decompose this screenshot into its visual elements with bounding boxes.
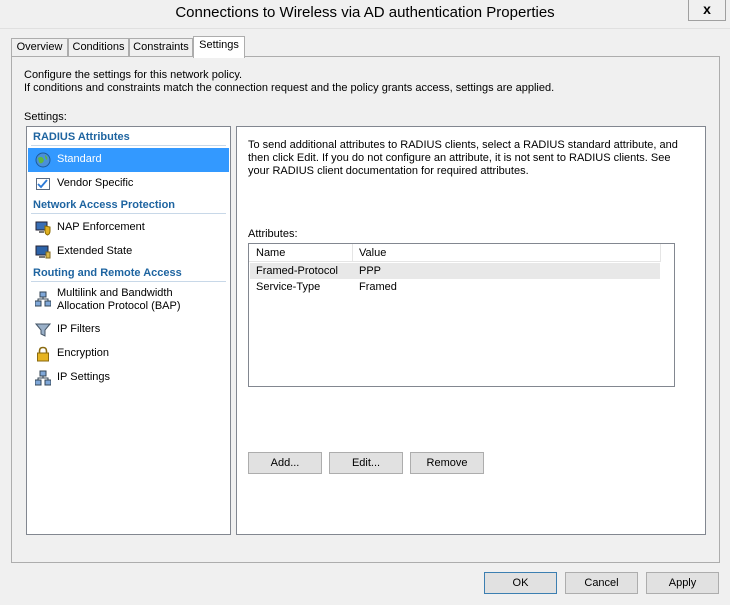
group-header-radius-attributes: RADIUS Attributes: [33, 131, 130, 143]
column-header-name[interactable]: Name: [256, 247, 285, 259]
nav-item-extended-state[interactable]: Extended State: [28, 240, 229, 264]
attributes-list[interactable]: Name Value Framed-Protocol PPP Service-T…: [248, 243, 675, 387]
nav-item-label: IP Filters: [57, 323, 101, 335]
add-button[interactable]: Add...: [248, 452, 322, 474]
network-icon: [35, 370, 51, 386]
nav-item-label: NAP Enforcement: [57, 221, 145, 233]
ok-button[interactable]: OK: [484, 572, 557, 594]
attributes-label: Attributes:: [248, 228, 298, 240]
group-header-routing-and-remote-access: Routing and Remote Access: [33, 267, 182, 279]
settings-nav-panel: RADIUS Attributes Standard Vendor Specif…: [26, 126, 231, 535]
lock-icon: [37, 346, 49, 362]
nav-item-ip-filters[interactable]: IP Filters: [28, 318, 229, 342]
close-button[interactable]: x: [688, 0, 726, 21]
nav-item-nap-enforcement[interactable]: NAP Enforcement: [28, 216, 229, 240]
policy-description-detail: If conditions and constraints match the …: [24, 82, 555, 94]
tab-overview[interactable]: Overview: [11, 38, 68, 56]
nav-item-label: Vendor Specific: [57, 177, 134, 189]
attribute-name: Service-Type: [256, 281, 321, 293]
settings-tab-page: Configure the settings for this network …: [11, 56, 720, 563]
nav-item-encryption[interactable]: Encryption: [28, 342, 229, 366]
settings-detail-panel: To send additional attributes to RADIUS …: [236, 126, 706, 535]
group-header-network-access-protection: Network Access Protection: [33, 199, 176, 211]
window-title: Connections to Wireless via AD authentic…: [175, 4, 555, 21]
attributes-list-header: Name Value: [249, 244, 661, 262]
globe-icon: [35, 152, 51, 168]
nav-item-label: Extended State: [57, 245, 133, 257]
apply-button[interactable]: Apply: [646, 572, 719, 594]
column-separator[interactable]: [352, 244, 353, 261]
attribute-row[interactable]: Service-Type Framed: [250, 279, 660, 295]
filter-icon: [35, 323, 51, 337]
nav-item-label-line2: Allocation Protocol (BAP): [57, 300, 181, 312]
tab-constraints[interactable]: Constraints: [129, 38, 193, 56]
attribute-row[interactable]: Framed-Protocol PPP: [250, 263, 660, 279]
column-separator[interactable]: [660, 244, 661, 261]
group-divider: [31, 281, 226, 282]
settings-label: Settings:: [24, 111, 67, 123]
group-divider: [31, 213, 226, 214]
title-bar: Connections to Wireless via AD authentic…: [0, 0, 730, 29]
network-icon: [35, 291, 51, 307]
remove-button[interactable]: Remove: [410, 452, 484, 474]
nav-item-label: IP Settings: [57, 371, 110, 383]
nav-item-label: Encryption: [57, 347, 109, 359]
tab-conditions[interactable]: Conditions: [68, 38, 129, 56]
nav-item-label: Standard: [57, 153, 102, 165]
nav-item-ip-settings[interactable]: IP Settings: [28, 366, 229, 390]
group-divider: [31, 145, 226, 146]
edit-button[interactable]: Edit...: [329, 452, 403, 474]
attribute-value: PPP: [359, 265, 382, 277]
checklist-icon: [36, 178, 50, 190]
attributes-description: To send additional attributes to RADIUS …: [248, 139, 678, 177]
nav-item-standard[interactable]: Standard: [28, 148, 229, 172]
computer-icon: [35, 245, 51, 259]
attribute-value: Framed: [359, 281, 397, 293]
column-header-value[interactable]: Value: [359, 247, 386, 259]
nav-item-label: Multilink and Bandwidth: [57, 287, 173, 299]
cancel-button[interactable]: Cancel: [565, 572, 638, 594]
tab-settings[interactable]: Settings: [193, 36, 245, 58]
policy-description: Configure the settings for this network …: [24, 69, 243, 81]
computer-shield-icon: [35, 221, 51, 236]
nav-item-vendor-specific[interactable]: Vendor Specific: [28, 172, 229, 196]
nav-item-multilink-bap[interactable]: Multilink and Bandwidth Allocation Proto…: [28, 284, 229, 318]
attribute-name: Framed-Protocol: [256, 265, 338, 277]
